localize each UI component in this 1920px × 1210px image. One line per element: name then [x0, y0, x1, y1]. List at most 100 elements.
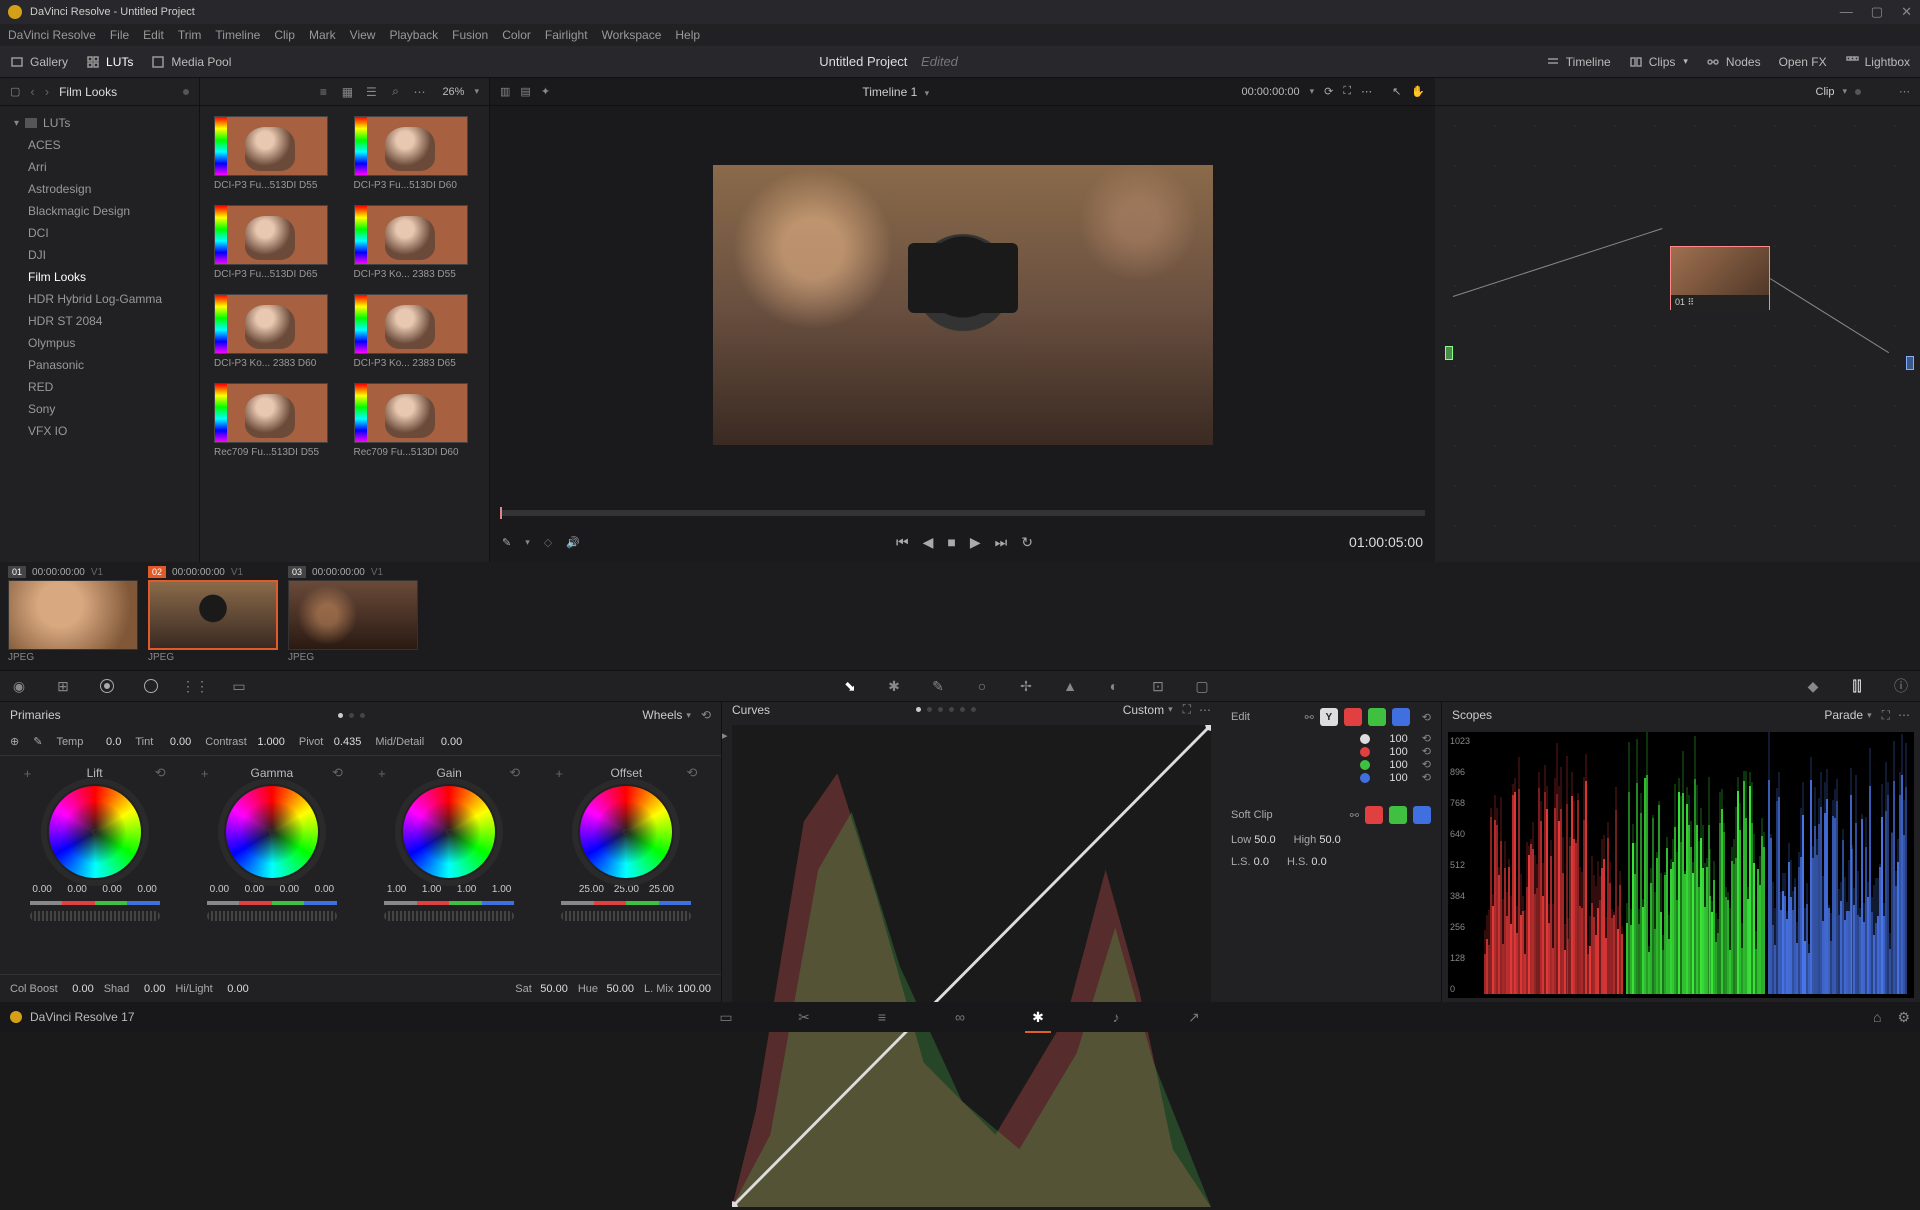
contrast-field[interactable]: Contrast1.000 [205, 736, 285, 748]
browser-collapse-icon[interactable]: ▢ [10, 85, 20, 98]
curves-expand-icon[interactable]: ⛶ [1183, 702, 1191, 717]
channel-b-button[interactable] [1392, 708, 1410, 726]
motion-icon[interactable]: ▭ [230, 677, 248, 695]
menu-davinci[interactable]: DaVinci Resolve [8, 28, 96, 42]
key-icon[interactable]: ⊡ [1149, 677, 1167, 695]
scopes-expand-icon[interactable]: ⛶ [1882, 708, 1890, 723]
tree-folder[interactable]: Astrodesign [0, 178, 199, 200]
unmix-icon[interactable]: ◇ [544, 536, 552, 549]
colboost-field[interactable]: Col Boost0.00 [10, 983, 94, 995]
lightbox-button[interactable]: Lightbox [1845, 55, 1910, 69]
fairlight-page-icon[interactable]: ♪ [1107, 1008, 1125, 1026]
parade-scope[interactable]: 10238967686405123842561280 [1448, 732, 1914, 998]
wheels-mode[interactable]: Wheels [642, 708, 682, 722]
tree-folder[interactable]: Arri [0, 156, 199, 178]
info-icon[interactable]: ⓘ [1892, 677, 1910, 695]
split-icon[interactable]: ▤ [520, 85, 530, 98]
hdr-icon[interactable] [142, 677, 160, 695]
media-page-icon[interactable]: ▭ [717, 1008, 735, 1026]
next-clip-icon[interactable]: ⏭ [995, 534, 1008, 551]
timeline-button[interactable]: Timeline [1546, 55, 1611, 69]
blur-icon[interactable]: ◐ [1105, 677, 1123, 695]
pointer-icon[interactable]: ↖ [1392, 85, 1401, 98]
menu-timeline[interactable]: Timeline [215, 28, 260, 42]
menu-view[interactable]: View [350, 28, 376, 42]
softclip-hs[interactable]: H.S. 0.0 [1287, 856, 1327, 868]
curves-icon[interactable]: ⬊ [841, 677, 859, 695]
menu-trim[interactable]: Trim [178, 28, 202, 42]
curves-mode[interactable]: Custom [1123, 703, 1164, 717]
more-icon[interactable]: ⋯ [412, 85, 426, 99]
channel-intensity[interactable]: 100⟲ [1231, 758, 1431, 771]
clip-item[interactable]: 0100:00:00:00V1 JPEG [8, 566, 138, 666]
softclip-low[interactable]: Low 50.0 [1231, 834, 1276, 846]
hand-icon[interactable]: ✋ [1411, 85, 1425, 98]
edit-page-icon[interactable]: ≡ [873, 1008, 891, 1026]
expand-icon[interactable]: ⛶ [1343, 85, 1351, 98]
menu-file[interactable]: File [110, 28, 129, 42]
magic-icon[interactable]: ✦ [541, 85, 550, 98]
color-match-icon[interactable]: ⊞ [54, 677, 72, 695]
curves-more-icon[interactable]: ⋯ [1199, 703, 1211, 717]
lut-item[interactable]: DCI-P3 Fu...513DI D65 [214, 205, 336, 280]
scopes-icon[interactable]: ⫿⫿ [1848, 677, 1866, 695]
camera-raw-icon[interactable]: ◉ [10, 677, 28, 695]
node-more-icon[interactable]: ⋯ [1899, 85, 1910, 98]
settings-icon[interactable]: ⚙ [1897, 1009, 1910, 1026]
fusion-page-icon[interactable]: ∞ [951, 1008, 969, 1026]
lut-item[interactable]: DCI-P3 Fu...513DI D60 [354, 116, 476, 191]
tree-root[interactable]: ▾LUTs [0, 112, 199, 134]
primaries-reset-icon[interactable]: ⟲ [701, 708, 711, 722]
lut-item[interactable]: DCI-P3 Ko... 2383 D55 [354, 205, 476, 280]
tree-folder[interactable]: DCI [0, 222, 199, 244]
rgb-mixer-icon[interactable]: ⋮⋮ [186, 677, 204, 695]
softclip-g-button[interactable] [1389, 806, 1407, 824]
play-tc[interactable]: 01:00:05:00 [1349, 534, 1423, 550]
pivot-field[interactable]: Pivot0.435 [299, 736, 361, 748]
search-icon[interactable]: ⌕ [388, 85, 402, 99]
corrector-node[interactable]: 01 ⠿ [1670, 246, 1770, 310]
viewer-more-icon[interactable]: ⋯ [1361, 85, 1372, 98]
channel-intensity[interactable]: 100⟲ [1231, 771, 1431, 784]
prev-clip-icon[interactable]: ⏮ [896, 534, 909, 551]
maximize-icon[interactable]: ▢ [1871, 4, 1883, 20]
wheel-gamma[interactable]: +Gamma⟲ 0.000.000.000.00 [187, 766, 357, 964]
minimize-icon[interactable]: — [1840, 4, 1853, 20]
wheel-gain[interactable]: +Gain⟲ 1.001.001.001.00 [364, 766, 534, 964]
qualifier-icon[interactable]: ✎ [929, 677, 947, 695]
nodes-button[interactable]: Nodes [1706, 55, 1761, 69]
link-icon[interactable]: ⚯ [1305, 711, 1314, 724]
channel-g-button[interactable] [1368, 708, 1386, 726]
softclip-ls[interactable]: L.S. 0.0 [1231, 856, 1269, 868]
lut-item[interactable]: DCI-P3 Ko... 2383 D65 [354, 294, 476, 369]
tree-folder[interactable]: Blackmagic Design [0, 200, 199, 222]
node-mode[interactable]: Clip [1816, 86, 1835, 98]
color-page-icon[interactable]: ✱ [1029, 1008, 1047, 1026]
shad-field[interactable]: Shad0.00 [104, 983, 166, 995]
scrub-bar[interactable] [500, 510, 1425, 516]
window-icon[interactable]: ○ [973, 677, 991, 695]
scopes-more-icon[interactable]: ⋯ [1898, 708, 1910, 722]
tracker-icon[interactable]: ✢ [1017, 677, 1035, 695]
gallery-button[interactable]: Gallery [10, 55, 68, 69]
grid-view-icon[interactable]: ▦ [340, 85, 354, 99]
deliver-page-icon[interactable]: ↗ [1185, 1008, 1203, 1026]
viewer-image[interactable] [713, 165, 1213, 445]
lut-item[interactable]: DCI-P3 Ko... 2383 D60 [214, 294, 336, 369]
node-output[interactable] [1906, 356, 1914, 370]
tree-folder[interactable]: Olympus [0, 332, 199, 354]
tree-folder[interactable]: HDR ST 2084 [0, 310, 199, 332]
tree-folder[interactable]: Sony [0, 398, 199, 420]
tree-folder[interactable]: HDR Hybrid Log-Gamma [0, 288, 199, 310]
node-canvas[interactable]: 01 ⠿ [1435, 106, 1920, 562]
warper-icon[interactable]: ✱ [885, 677, 903, 695]
play-icon[interactable]: ▶ [970, 534, 981, 551]
home-icon[interactable]: ⌂ [1873, 1009, 1881, 1026]
wheel-offset[interactable]: +Offset⟲ 25.0025.0025.00 [541, 766, 711, 964]
step-back-icon[interactable]: ◀ [923, 534, 934, 551]
clip-item[interactable]: 0300:00:00:00V1 JPEG [288, 566, 418, 666]
hue-field[interactable]: Hue50.00 [578, 983, 634, 995]
menu-color[interactable]: Color [502, 28, 531, 42]
picker-wb-icon[interactable]: ✎ [33, 735, 42, 748]
menu-edit[interactable]: Edit [143, 28, 164, 42]
